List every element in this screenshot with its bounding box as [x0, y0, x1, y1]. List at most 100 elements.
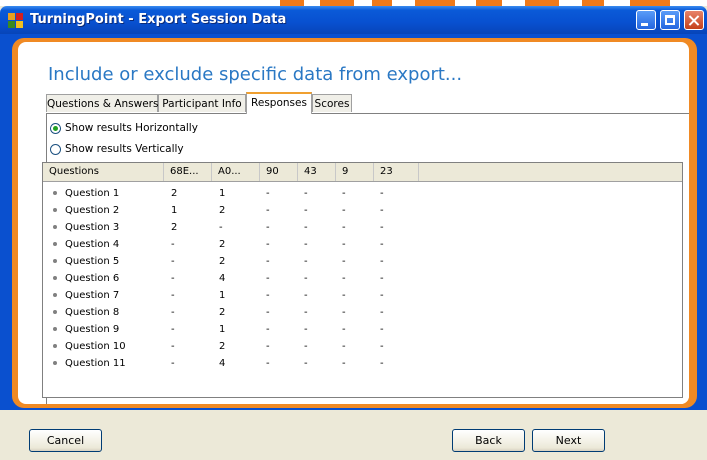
row-bullet-icon [53, 344, 57, 348]
value-cell: - [342, 273, 346, 284]
question-cell: Question 3 [65, 222, 120, 233]
value-cell: 1 [171, 205, 178, 216]
window-title: TurningPoint - Export Session Data [30, 12, 287, 27]
question-cell: Question 4 [65, 239, 120, 250]
question-cell: Question 10 [65, 341, 126, 352]
question-cell: Question 9 [65, 324, 120, 335]
maximize-button[interactable] [660, 10, 680, 30]
table-row: Question 8 - 2 - - - - [43, 304, 682, 321]
value-cell: - [380, 256, 384, 267]
value-cell: 2 [219, 239, 226, 250]
value-cell: 1 [219, 324, 226, 335]
value-cell: - [380, 222, 384, 233]
value-cell: - [342, 239, 346, 250]
value-cell: - [171, 273, 175, 284]
value-cell: - [304, 256, 308, 267]
table-row: Question 5 - 2 - - - - [43, 253, 682, 270]
value-cell: - [266, 290, 270, 301]
tab-responses[interactable]: Responses [246, 92, 312, 114]
title-bar: TurningPoint - Export Session Data [0, 6, 707, 34]
value-cell: - [380, 341, 384, 352]
radio-unselected-icon[interactable] [50, 143, 61, 155]
value-cell: - [380, 273, 384, 284]
table-row: Question 3 2 - - - - - [43, 219, 682, 236]
value-cell: 2 [219, 256, 226, 267]
table-row: Question 10 - 2 - - - - [43, 338, 682, 355]
value-cell: - [342, 205, 346, 216]
value-cell: - [380, 358, 384, 369]
close-button[interactable] [684, 10, 704, 30]
tab-participant-info[interactable]: Participant Info [158, 94, 246, 112]
question-cell: Question 7 [65, 290, 120, 301]
value-cell: 4 [219, 358, 226, 369]
value-cell: - [171, 307, 175, 318]
table-header: Questions 68E... A0... 90 43 9 23 [43, 163, 682, 182]
table-row: Question 2 1 2 - - - - [43, 202, 682, 219]
column-header-3[interactable]: 90 [260, 163, 298, 181]
row-bullet-icon [53, 208, 57, 212]
value-cell: - [266, 239, 270, 250]
show-horizontally-label: Show results Horizontally [65, 122, 198, 134]
value-cell: - [304, 341, 308, 352]
table-row: Question 11 - 4 - - - - [43, 355, 682, 372]
value-cell: - [266, 188, 270, 199]
value-cell: - [171, 324, 175, 335]
column-header-1[interactable]: 68E... [164, 163, 212, 181]
value-cell: - [342, 307, 346, 318]
show-vertically-option[interactable]: Show results Vertically [50, 141, 184, 157]
value-cell: - [266, 256, 270, 267]
export-session-window: TurningPoint - Export Session Data Inclu… [0, 0, 707, 460]
value-cell: - [342, 256, 346, 267]
tab-scores[interactable]: Scores [312, 94, 352, 112]
show-horizontally-option[interactable]: Show results Horizontally [50, 120, 198, 136]
value-cell: - [342, 290, 346, 301]
next-button[interactable]: Next [532, 429, 605, 452]
value-cell: - [342, 222, 346, 233]
column-header-6[interactable]: 23 [374, 163, 419, 181]
value-cell: - [266, 222, 270, 233]
value-cell: - [380, 205, 384, 216]
tab-questions-answers[interactable]: Questions & Answers [46, 94, 158, 112]
cancel-button[interactable]: Cancel [29, 429, 102, 452]
row-bullet-icon [53, 191, 57, 195]
question-cell: Question 2 [65, 205, 120, 216]
column-header-2[interactable]: A0... [212, 163, 260, 181]
back-button[interactable]: Back [452, 429, 525, 452]
value-cell: - [380, 239, 384, 250]
value-cell: - [171, 256, 175, 267]
radio-selected-icon[interactable] [50, 122, 61, 134]
value-cell: - [380, 188, 384, 199]
value-cell: - [342, 324, 346, 335]
value-cell: - [304, 222, 308, 233]
question-cell: Question 6 [65, 273, 120, 284]
value-cell: 1 [219, 188, 226, 199]
value-cell: - [304, 273, 308, 284]
value-cell: - [266, 341, 270, 352]
value-cell: 4 [219, 273, 226, 284]
value-cell: 2 [171, 222, 178, 233]
table-row: Question 9 - 1 - - - - [43, 321, 682, 338]
value-cell: - [304, 205, 308, 216]
question-cell: Question 8 [65, 307, 120, 318]
button-bar: Cancel Back Next [0, 410, 707, 460]
responses-table: Questions 68E... A0... 90 43 9 23 Questi… [42, 162, 683, 398]
value-cell: - [171, 239, 175, 250]
minimize-button[interactable] [636, 10, 656, 30]
value-cell: - [266, 307, 270, 318]
row-bullet-icon [53, 293, 57, 297]
column-header-questions[interactable]: Questions [43, 163, 164, 181]
value-cell: - [171, 290, 175, 301]
value-cell: - [342, 341, 346, 352]
column-header-4[interactable]: 43 [298, 163, 336, 181]
value-cell: - [342, 358, 346, 369]
question-cell: Question 5 [65, 256, 120, 267]
column-header-5[interactable]: 9 [336, 163, 374, 181]
value-cell: 2 [219, 307, 226, 318]
value-cell: 1 [219, 290, 226, 301]
show-vertically-label: Show results Vertically [65, 143, 184, 155]
row-bullet-icon [53, 242, 57, 246]
value-cell: 2 [219, 341, 226, 352]
value-cell: - [266, 205, 270, 216]
table-row: Question 7 - 1 - - - - [43, 287, 682, 304]
value-cell: 2 [219, 205, 226, 216]
